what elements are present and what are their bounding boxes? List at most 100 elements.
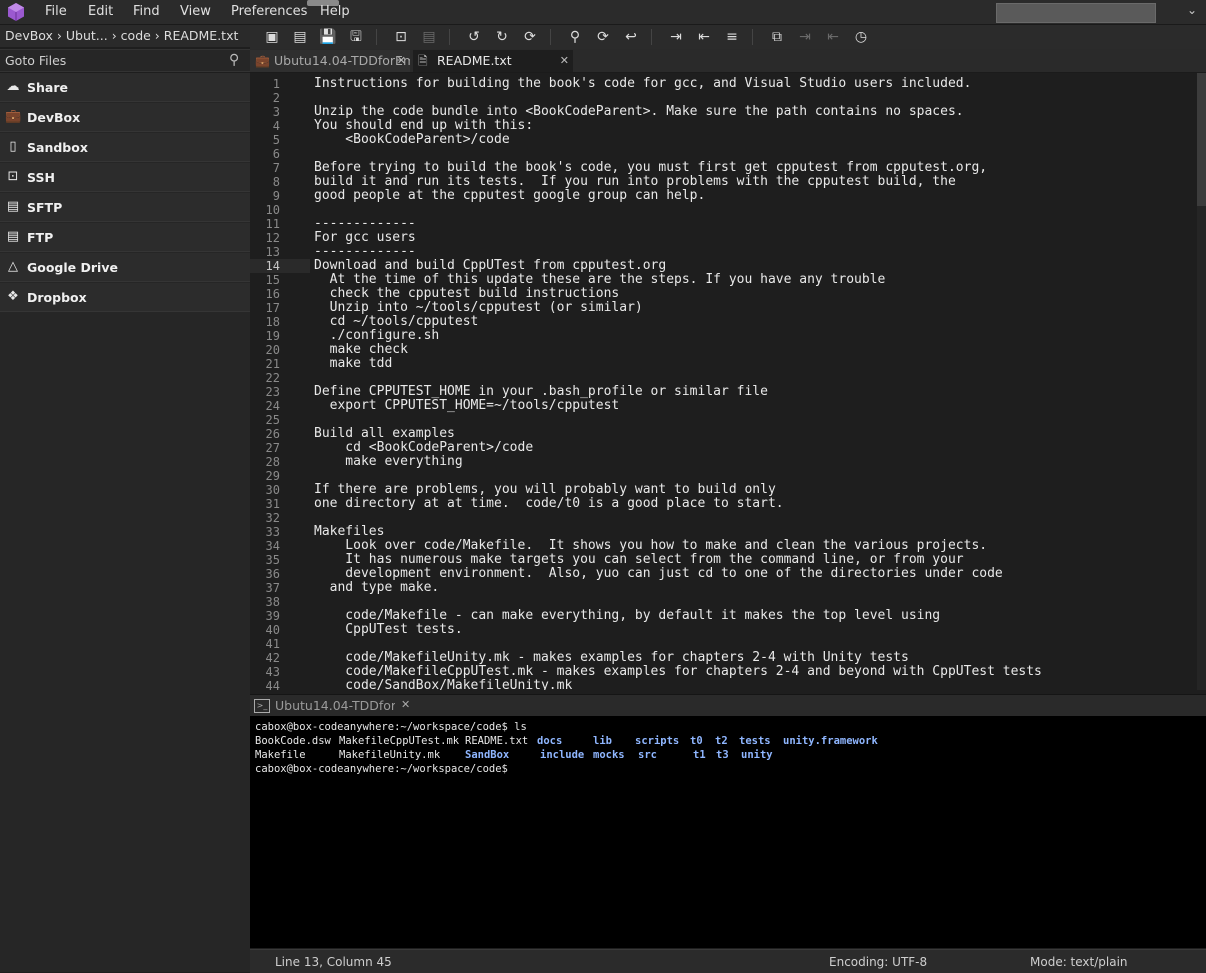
code-line[interactable] bbox=[314, 595, 1194, 609]
menu-preferences[interactable]: Preferences bbox=[231, 4, 307, 19]
code-line[interactable]: Unzip the code bundle into <BookCodePare… bbox=[314, 105, 1194, 119]
code-line[interactable]: You should end up with this: bbox=[314, 119, 1194, 133]
code-line[interactable]: code/SandBox/MakefileUnity.mk bbox=[314, 679, 1194, 691]
chevron-down-icon[interactable]: ⌄ bbox=[1187, 3, 1197, 17]
code-line[interactable]: and type make. bbox=[314, 581, 1194, 595]
sidebar-item-ssh[interactable]: ⊡ SSH bbox=[0, 163, 250, 192]
code-line[interactable]: code/Makefile - can make everything, by … bbox=[314, 609, 1194, 623]
code-line[interactable]: development environment. Also, yuo can j… bbox=[314, 567, 1194, 581]
terminal-icon[interactable]: ⊡ bbox=[392, 28, 410, 46]
tab-ubuntu-devbox[interactable]: 💼 Ubutu14.04-TDDforEm ✕ bbox=[250, 50, 410, 72]
code-line[interactable]: Before trying to build the book's code, … bbox=[314, 161, 1194, 175]
menu-file[interactable]: File bbox=[45, 4, 67, 19]
menu-view[interactable]: View bbox=[180, 4, 211, 19]
share-icon[interactable]: ⧉ bbox=[768, 28, 786, 46]
menu-find[interactable]: Find bbox=[133, 4, 160, 19]
code-line[interactable]: At the time of this update these are the… bbox=[314, 273, 1194, 287]
close-icon[interactable]: ✕ bbox=[401, 698, 410, 711]
code-line[interactable] bbox=[314, 637, 1194, 651]
code-line[interactable]: build it and run its tests. If you run i… bbox=[314, 175, 1194, 189]
code-line[interactable]: code/MakefileCppUTest.mk - makes example… bbox=[314, 665, 1194, 679]
sidebar-item-ftp[interactable]: ▤ FTP bbox=[0, 223, 250, 252]
code-line[interactable]: ./configure.sh bbox=[314, 329, 1194, 343]
code-line[interactable]: make everything bbox=[314, 455, 1194, 469]
code-editor[interactable]: 1 2 3 4 5 6 7 8 9 10 11 12 13 14 15 16 17 18 19 20 21 22 23 24 2… bbox=[250, 73, 1206, 690]
sidebar-item-sftp[interactable]: ▤ SFTP bbox=[0, 193, 250, 222]
undo-icon[interactable]: ↺ bbox=[465, 28, 483, 46]
menu-help[interactable]: Help bbox=[320, 4, 350, 19]
scrollbar-thumb[interactable] bbox=[1197, 73, 1206, 206]
history-icon[interactable]: ◷ bbox=[852, 28, 870, 46]
mode-status[interactable]: Mode: text/plain bbox=[1030, 955, 1128, 969]
code-line[interactable]: one directory at at time. code/t0 is a g… bbox=[314, 497, 1194, 511]
save-icon[interactable]: 💾 bbox=[319, 28, 337, 46]
code-line[interactable]: code/MakefileUnity.mk - makes examples f… bbox=[314, 651, 1194, 665]
breadcrumb[interactable]: DevBox › Ubut... › code › README.txt bbox=[0, 25, 250, 47]
sidebar-item-google-drive[interactable]: △ Google Drive bbox=[0, 253, 250, 282]
code-line[interactable]: Define CPPUTEST_HOME in your .bash_profi… bbox=[314, 385, 1194, 399]
sidebar-item-sandbox[interactable]: ▯ Sandbox bbox=[0, 133, 250, 162]
code-line[interactable] bbox=[314, 371, 1194, 385]
encoding-status[interactable]: Encoding: UTF-8 bbox=[829, 955, 927, 969]
search-icon[interactable]: ⚲ bbox=[229, 52, 239, 68]
format-icon[interactable]: ≡ bbox=[723, 28, 741, 46]
search-icon[interactable]: ⚲ bbox=[566, 28, 584, 46]
code-line[interactable]: make tdd bbox=[314, 357, 1194, 371]
code-line[interactable]: ------------- bbox=[314, 245, 1194, 259]
code-line[interactable] bbox=[314, 147, 1194, 161]
import-icon[interactable]: ⇤ bbox=[824, 28, 842, 46]
terminal[interactable]: cabox@box-codeanywhere:~/workspace/code$… bbox=[250, 716, 1206, 948]
top-search-input[interactable] bbox=[996, 3, 1156, 23]
briefcase-icon: 💼 bbox=[5, 109, 22, 124]
sidebar-item-dropbox[interactable]: ❖ Dropbox bbox=[0, 283, 250, 312]
preview-icon[interactable]: ▤ bbox=[420, 28, 438, 46]
wrap-icon[interactable]: ↩ bbox=[622, 28, 640, 46]
code-line[interactable]: It has numerous make targets you can sel… bbox=[314, 553, 1194, 567]
code-line[interactable]: check the cpputest build instructions bbox=[314, 287, 1194, 301]
indent-icon[interactable]: ⇥ bbox=[667, 28, 685, 46]
refresh-icon[interactable]: ⟳ bbox=[521, 28, 539, 46]
code-line[interactable]: Unzip into ~/tools/cpputest (or similar) bbox=[314, 301, 1194, 315]
code-line[interactable]: Look over code/Makefile. It shows you ho… bbox=[314, 539, 1194, 553]
menu-edit[interactable]: Edit bbox=[88, 4, 113, 19]
code-line[interactable]: ------------- bbox=[314, 217, 1194, 231]
code-text[interactable]: Instructions for building the book's cod… bbox=[314, 77, 1194, 691]
code-line[interactable]: good people at the cpputest google group… bbox=[314, 189, 1194, 203]
close-icon[interactable]: ✕ bbox=[397, 50, 406, 72]
code-line[interactable]: <BookCodeParent>/code bbox=[314, 133, 1194, 147]
close-icon[interactable]: ✕ bbox=[560, 50, 569, 72]
terminal-tab[interactable]: >_ Ubutu14.04-TDDforEm ✕ bbox=[250, 694, 1206, 717]
code-line[interactable]: cd ~/tools/cpputest bbox=[314, 315, 1194, 329]
sidebar-item-share[interactable]: ☁ Share bbox=[0, 73, 250, 102]
toolbar: ▣ ▤ 💾 🖫 ⊡ ▤ ↺ ↻ ⟳ ⚲ ⟳ ↩ ⇥ ⇤ ≡ ⧉ ⇥ ⇤ ◷ bbox=[250, 25, 1206, 49]
save-all-icon[interactable]: 🖫 bbox=[347, 28, 365, 46]
code-line[interactable]: CppUTest tests. bbox=[314, 623, 1194, 637]
code-line[interactable]: Makefiles bbox=[314, 525, 1194, 539]
code-line[interactable]: export CPPUTEST_HOME=~/tools/cpputest bbox=[314, 399, 1194, 413]
code-line[interactable]: If there are problems, you will probably… bbox=[314, 483, 1194, 497]
code-line[interactable] bbox=[314, 413, 1194, 427]
replace-icon[interactable]: ⟳ bbox=[594, 28, 612, 46]
line-number: 4 bbox=[272, 119, 280, 133]
vertical-scrollbar[interactable] bbox=[1197, 73, 1206, 690]
outdent-icon[interactable]: ⇤ bbox=[695, 28, 713, 46]
code-line[interactable]: make check bbox=[314, 343, 1194, 357]
new-file-icon[interactable]: ▣ bbox=[263, 28, 281, 46]
code-line[interactable]: Build all examples bbox=[314, 427, 1194, 441]
code-line[interactable] bbox=[314, 91, 1194, 105]
new-folder-icon[interactable]: ▤ bbox=[291, 28, 309, 46]
export-icon[interactable]: ⇥ bbox=[796, 28, 814, 46]
ls-entry-dir: scripts bbox=[635, 735, 680, 747]
line-number: 1 bbox=[272, 77, 280, 91]
code-line[interactable]: cd <BookCodeParent>/code bbox=[314, 441, 1194, 455]
sidebar-item-devbox[interactable]: 💼 DevBox bbox=[0, 103, 250, 132]
code-line[interactable]: Download and build CppUTest from cpputes… bbox=[314, 259, 1194, 273]
code-line[interactable]: Instructions for building the book's cod… bbox=[314, 77, 1194, 91]
tab-readme[interactable]: 🗎 README.txt ✕ bbox=[413, 50, 573, 72]
redo-icon[interactable]: ↻ bbox=[493, 28, 511, 46]
code-line[interactable] bbox=[314, 203, 1194, 217]
code-line[interactable] bbox=[314, 469, 1194, 483]
code-line[interactable]: For gcc users bbox=[314, 231, 1194, 245]
code-line[interactable] bbox=[314, 511, 1194, 525]
goto-files-bar[interactable]: Goto Files ⚲ bbox=[0, 49, 250, 72]
